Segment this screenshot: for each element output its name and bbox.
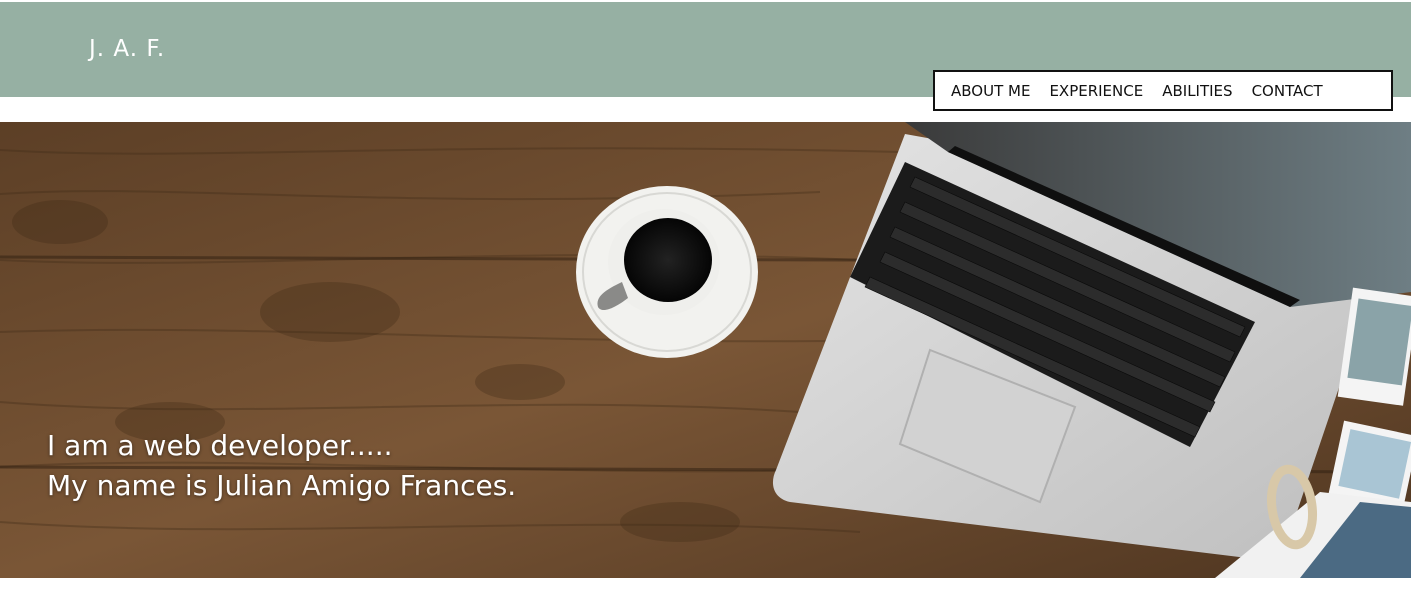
hero-image <box>0 122 1411 578</box>
hero-name: My name is Julian Amigo Frances. <box>47 469 517 502</box>
nav-item-about-me[interactable]: ABOUT ME <box>951 82 1030 100</box>
site-logo[interactable]: J. A. F. <box>89 36 165 62</box>
hero-tagline: I am a web developer..... <box>47 429 393 462</box>
hero-intro: I am a web developer..... My name is Jul… <box>47 426 516 506</box>
main-nav: ABOUT ME EXPERIENCE ABILITIES CONTACT <box>933 70 1393 111</box>
nav-item-contact[interactable]: CONTACT <box>1252 82 1323 100</box>
hero-banner: I am a web developer..... My name is Jul… <box>0 122 1411 578</box>
nav-item-experience[interactable]: EXPERIENCE <box>1049 82 1143 100</box>
nav-item-abilities[interactable]: ABILITIES <box>1162 82 1232 100</box>
